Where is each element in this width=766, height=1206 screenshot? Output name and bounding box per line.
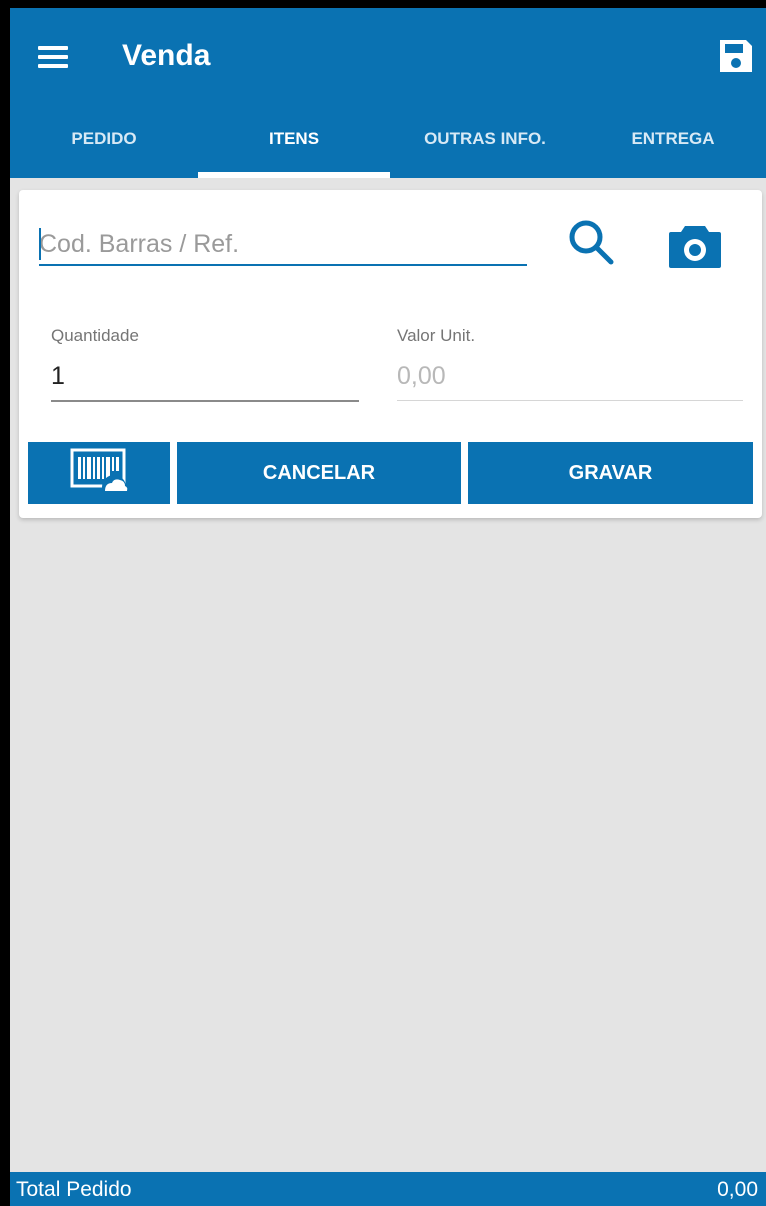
tab-bar: PEDIDO ITENS OUTRAS INFO. ENTREGA [10,116,766,178]
quantity-input[interactable]: 1 [51,362,65,391]
app-screen: Venda PEDIDO ITENS OUTRAS INFO. ENTREGA [10,8,766,1206]
hamburger-menu-icon[interactable] [38,46,68,68]
item-entry-card: Quantidade 1 Valor Unit. 0,00 [19,190,762,518]
unit-price-underline [397,400,743,401]
unit-price-label: Valor Unit. [397,326,476,345]
order-total-bar: Total Pedido 0,00 [10,1172,766,1206]
active-tab-indicator [198,172,390,178]
tab-outras-info[interactable]: OUTRAS INFO. [390,116,580,178]
cancel-button[interactable]: CANCELAR [177,442,461,504]
total-value: 0,00 [717,1178,758,1201]
barcode-ref-input[interactable] [39,224,527,266]
text-cursor [39,228,41,260]
tab-itens[interactable]: ITENS [198,116,390,178]
barcode-cloud-button[interactable] [28,442,170,504]
barcode-cloud-icon [70,448,128,499]
quantity-underline [51,400,359,402]
total-label: Total Pedido [16,1178,132,1201]
quantity-label: Quantidade [51,326,139,345]
device-frame: Venda PEDIDO ITENS OUTRAS INFO. ENTREGA [0,0,766,1206]
tab-entrega[interactable]: ENTREGA [580,116,766,178]
page-title: Venda [122,39,211,72]
unit-price-input[interactable]: 0,00 [397,362,446,391]
save-icon[interactable] [716,36,756,76]
camera-icon[interactable] [667,220,723,270]
app-bar: Venda PEDIDO ITENS OUTRAS INFO. ENTREGA [10,8,766,178]
search-icon[interactable] [565,216,619,270]
save-button[interactable]: GRAVAR [468,442,753,504]
tab-pedido[interactable]: PEDIDO [10,116,198,178]
